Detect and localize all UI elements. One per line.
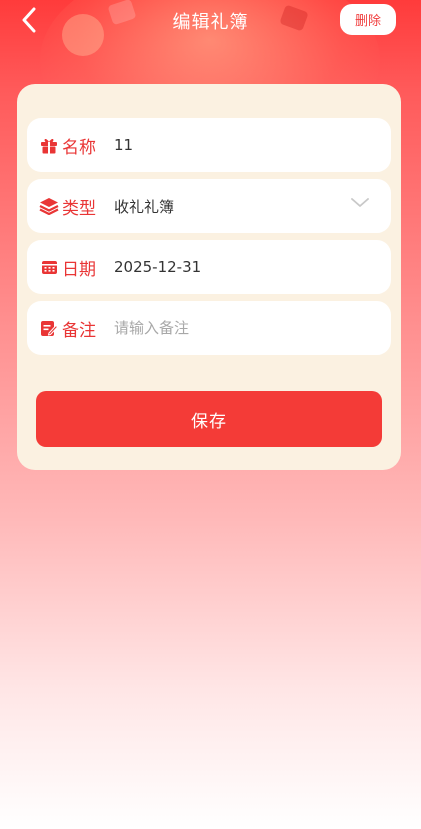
chevron-down-icon[interactable] bbox=[351, 197, 369, 209]
gift-icon bbox=[39, 135, 59, 155]
delete-button[interactable]: 删除 bbox=[340, 4, 396, 35]
nav-bar: 编辑礼簿 删除 bbox=[0, 0, 421, 40]
note-input[interactable] bbox=[114, 319, 354, 337]
note-label: 备注 bbox=[62, 320, 96, 341]
type-label: 类型 bbox=[62, 198, 96, 219]
date-label: 日期 bbox=[62, 259, 96, 280]
edit-form-card: 名称 11 类型 收礼礼簿 日期 2025-12-31 备注 请输入备注 保存 bbox=[17, 84, 401, 470]
name-field-row[interactable]: 名称 11 bbox=[27, 118, 391, 172]
date-field-row[interactable]: 日期 2025-12-31 bbox=[27, 240, 391, 294]
name-label: 名称 bbox=[62, 137, 96, 158]
calendar-icon bbox=[39, 257, 59, 277]
name-value: 11 bbox=[114, 136, 134, 154]
layers-icon bbox=[39, 196, 59, 216]
type-field-row[interactable]: 类型 收礼礼簿 bbox=[27, 179, 391, 233]
edit-note-icon bbox=[39, 318, 59, 338]
note-field-row[interactable]: 备注 bbox=[27, 301, 391, 355]
save-button[interactable]: 保存 bbox=[36, 391, 382, 447]
date-value[interactable]: 2025-12-31 bbox=[114, 258, 201, 276]
type-select-value[interactable]: 收礼礼簿 bbox=[114, 196, 174, 217]
